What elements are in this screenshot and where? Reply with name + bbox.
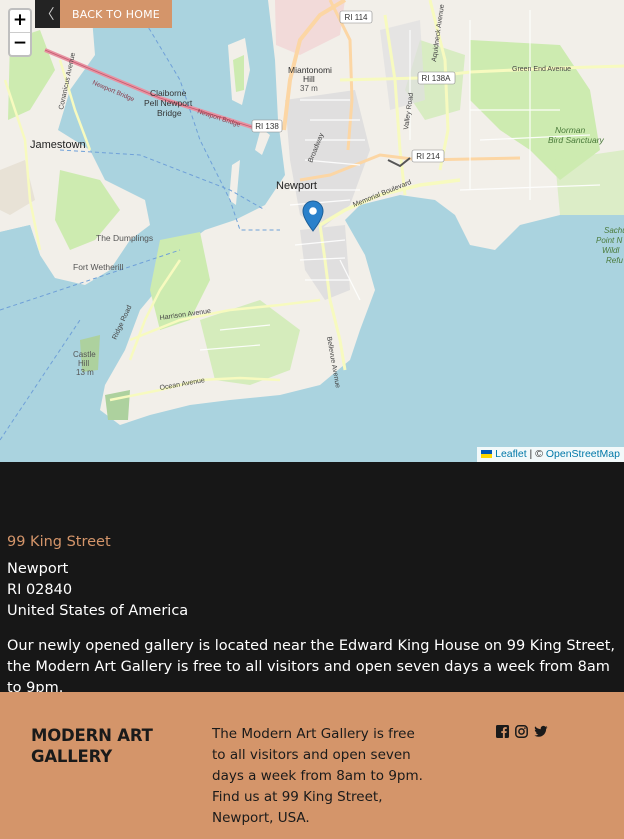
instagram-icon[interactable] (515, 723, 528, 738)
chevron-left-icon: 〈 (35, 0, 60, 28)
svg-text:Sachu: Sachu (604, 226, 624, 235)
map-tiles: RI 114 RI 138 RI 138A RI 214 Jamestown N… (0, 0, 624, 462)
svg-text:Wildl: Wildl (602, 246, 619, 255)
openstreetmap-link[interactable]: OpenStreetMap (546, 448, 620, 460)
social-links (496, 723, 548, 738)
svg-text:Pell Newport: Pell Newport (144, 98, 193, 108)
twitter-icon[interactable] (534, 723, 548, 737)
zoom-out-button[interactable]: − (10, 32, 30, 55)
svg-text:Hill: Hill (78, 359, 89, 368)
svg-text:13 m: 13 m (76, 368, 94, 377)
svg-text:RI 138: RI 138 (255, 122, 279, 131)
svg-text:Point N: Point N (596, 236, 622, 245)
facebook-icon[interactable] (496, 723, 509, 738)
address-section: 99 King Street Newport RI 02840 United S… (7, 532, 617, 699)
svg-text:Jamestown: Jamestown (30, 139, 86, 151)
svg-text:Norman: Norman (555, 125, 586, 135)
svg-text:Green End Avenue: Green End Avenue (512, 66, 571, 73)
street-address: 99 King Street (7, 534, 111, 550)
zoom-control: + − (8, 8, 32, 57)
state-zip: RI 02840 (7, 582, 73, 598)
brand-line-2: GALLERY (31, 747, 112, 766)
svg-text:RI 138A: RI 138A (422, 74, 452, 83)
footer-brand: MODERN ART GALLERY (31, 725, 181, 767)
svg-text:RI 114: RI 114 (345, 13, 369, 22)
svg-text:Refu: Refu (606, 256, 623, 265)
svg-text:Newport: Newport (276, 180, 317, 192)
footer: MODERN ART GALLERY The Modern Art Galler… (0, 692, 624, 839)
back-to-home-label: BACK TO HOME (60, 0, 172, 28)
svg-text:Hill: Hill (303, 74, 315, 84)
svg-text:The Dumplings: The Dumplings (96, 233, 153, 243)
svg-text:Bridge: Bridge (157, 108, 182, 118)
svg-text:37 m: 37 m (300, 84, 318, 93)
zoom-in-button[interactable]: + (10, 10, 30, 32)
ukraine-flag-icon (481, 449, 493, 458)
location-description: Our newly opened gallery is located near… (7, 638, 616, 696)
country: United States of America (7, 603, 189, 619)
footer-info: The Modern Art Gallery is free to all vi… (212, 726, 423, 826)
city: Newport (7, 561, 69, 577)
svg-text:Castle: Castle (73, 350, 96, 359)
svg-text:Claiborne: Claiborne (150, 88, 187, 98)
leaflet-link[interactable]: Leaflet (495, 448, 527, 460)
svg-text:Fort Wetherill: Fort Wetherill (73, 262, 123, 272)
brand-line-1: MODERN ART (31, 726, 153, 745)
map[interactable]: RI 114 RI 138 RI 138A RI 214 Jamestown N… (0, 0, 624, 462)
back-to-home-button[interactable]: 〈 BACK TO HOME (35, 0, 172, 28)
svg-text:Bird Sanctuary: Bird Sanctuary (548, 135, 604, 145)
map-attribution: Leaflet | © OpenStreetMap (477, 447, 624, 462)
attribution-separator: | © (526, 448, 546, 460)
svg-text:RI 214: RI 214 (416, 152, 440, 161)
